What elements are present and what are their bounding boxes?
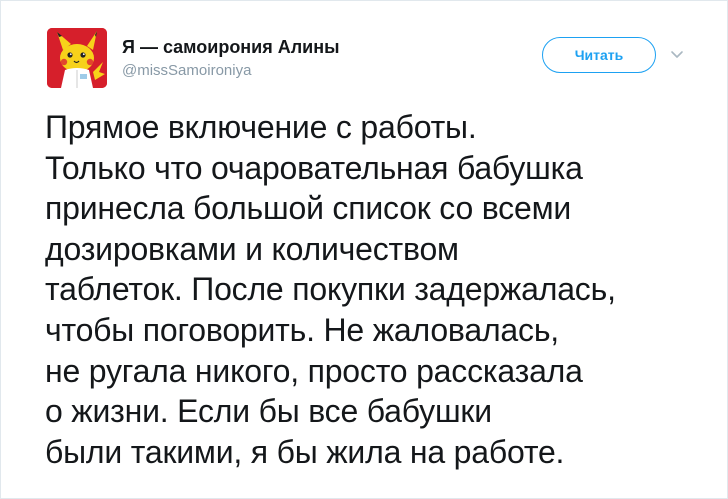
tweet-text: Прямое включение с работы. Только что оч… <box>45 109 616 470</box>
display-name[interactable]: Я — самоирония Алины <box>122 37 340 58</box>
tweet-card: Я — самоирония Алины @missSamoironiya Чи… <box>0 0 728 499</box>
follow-button[interactable]: Читать <box>542 37 656 73</box>
pikachu-avatar-icon <box>47 28 107 88</box>
avatar[interactable] <box>47 28 107 88</box>
chevron-down-icon[interactable] <box>670 50 684 60</box>
user-handle[interactable]: @missSamoironiya <box>122 62 251 79</box>
